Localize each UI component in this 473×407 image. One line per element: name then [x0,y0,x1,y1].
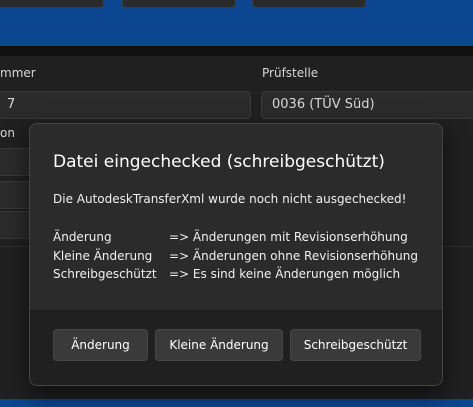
dialog-title: Datei eingechecked (schreibgeschützt) [53,152,385,172]
option-desc: => Änderungen mit Revisionserhöhung [169,230,408,244]
kleine-aenderung-button[interactable]: Kleine Änderung [155,329,283,361]
top-toolbar-button-middle[interactable] [122,0,236,8]
label-partial: on [0,126,15,140]
window-bottom-strip [0,399,473,407]
top-toolbar-button-right[interactable] [252,0,366,8]
top-toolbar-button-left[interactable] [0,0,104,8]
option-desc: => Es sind keine Änderungen möglich [169,267,401,281]
label-nummer: mmer [0,66,36,80]
option-key: Kleine Änderung [53,249,153,263]
dialog-footer: Änderung Kleine Änderung Schreibgeschütz… [30,310,442,385]
option-desc: => Änderungen ohne Revisionserhöhung [169,249,418,263]
aenderung-button[interactable]: Änderung [53,329,148,361]
header-divider [0,46,473,56]
option-key: Änderung [53,230,112,244]
label-pruefstelle: Prüfstelle [262,66,319,80]
dialog-message: Die AutodeskTransferXml wurde noch nicht… [53,192,407,206]
field-pruefstelle[interactable]: 0036 (TÜV Süd) [261,91,473,119]
option-key: Schreibgeschützt [53,267,157,281]
option-row-kleine-aenderung: Kleine Änderung => Änderungen ohne Revisi… [53,249,418,263]
option-row-schreibgeschuetzt: Schreibgeschützt => Es sind keine Änderun… [53,267,400,281]
field-nummer[interactable]: 7 [0,91,251,119]
option-row-aenderung: Änderung => Änderungen mit Revisionserhöh… [53,230,408,244]
checkin-dialog: Datei eingechecked (schreibgeschützt) Di… [29,123,443,386]
schreibgeschuetzt-button[interactable]: Schreibgeschützt [290,329,421,361]
